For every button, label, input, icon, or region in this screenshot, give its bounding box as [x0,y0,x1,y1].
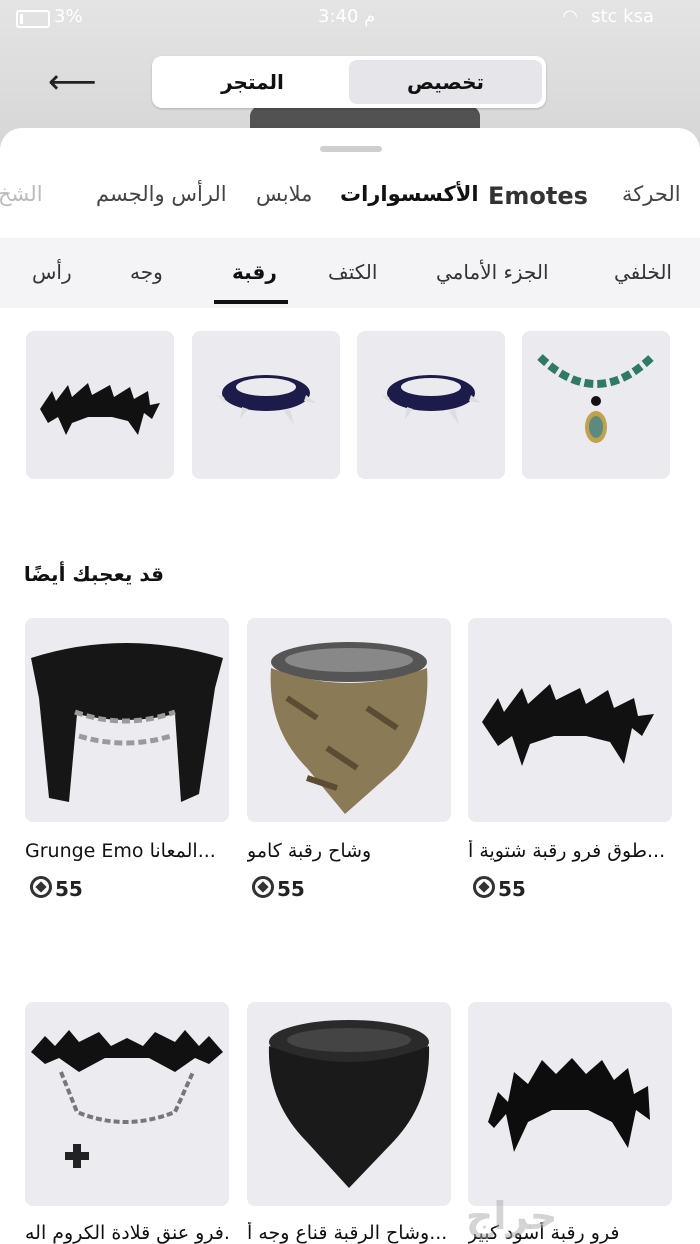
tab-category-head-body[interactable]: الرأس والجسم [96,182,227,206]
equipped-beaded-necklace-tile[interactable] [522,331,670,479]
price-value: 55 [498,877,526,901]
tab-category-character[interactable]: الشخ [0,182,43,206]
sheet-drag-handle[interactable] [320,146,382,152]
tab-category-emotes[interactable]: Emotes [488,182,588,210]
robux-icon [252,876,274,898]
fur-collar-icon [482,684,654,766]
card-image-neck-scarf-mask[interactable] [247,1002,451,1206]
tab-category-accessories[interactable]: الأكسسوارات [340,182,479,206]
price-value: 55 [55,877,83,901]
price-value: 55 [277,877,305,901]
fur-collar-icon [40,383,160,435]
equipped-fur-collar-tile[interactable] [26,331,174,479]
carrier: stc ksa [591,6,654,27]
active-tab-underline [214,300,288,304]
haraj-watermark: حراج [466,1194,558,1238]
card-name-grunge-emo[interactable]: Grunge Emo المعانا... [25,840,229,862]
card-price-grunge-emo: 55 [30,876,83,901]
fur-collar-icon [488,1058,650,1152]
neck-scarf-icon [268,1020,430,1188]
tab-sub-head[interactable]: رأس [32,260,72,284]
card-image-big-black-fur[interactable] [468,1002,672,1206]
card-image-fur-collar[interactable] [468,618,672,822]
card-price-fur-collar: 55 [473,876,526,901]
card-image-chrome-fur-necklace[interactable] [25,1002,229,1206]
card-image-camo-scarf[interactable] [247,618,451,822]
tab-sub-front[interactable]: الجزء الأمامي [436,260,549,284]
spiked-collar-icon [216,375,316,425]
category-tabs: الشخ الرأس والجسم ملابس الأكسسوارات Emot… [0,182,700,228]
beaded-necklace-icon [537,354,655,443]
card-image-grunge-emo[interactable] [25,618,229,822]
status-bar: 3% 3:40 م ◠ stc ksa [0,6,700,32]
battery-percent: 3% [54,6,83,27]
tab-sub-face[interactable]: وجه [130,260,163,284]
tab-store[interactable]: المتجر [156,60,349,104]
section-title-you-may-like: قد يعجبك أيضًا [23,562,164,586]
tab-customize[interactable]: تخصيص [349,60,542,104]
robux-icon [30,876,52,898]
store-customize-toggle: المتجر تخصيص [152,56,546,108]
tab-sub-back[interactable]: الخلفي [614,260,672,284]
fur-necklace-icon [31,1030,223,1168]
card-price-camo-scarf: 55 [252,876,305,901]
subcategory-tabs: رأس وجه رقبة الكتف الجزء الأمامي الخلفي [0,238,700,308]
robux-icon [473,876,495,898]
card-name-neck-scarf-mask[interactable]: وشاح الرقبة قناع وجه أ... [247,1222,451,1244]
tab-category-clothing[interactable]: ملابس [256,182,312,206]
camo-scarf-icon [270,642,428,814]
equipped-spiked-collar-tile-2[interactable] [357,331,505,479]
back-arrow-icon[interactable]: ⟵ [48,62,97,102]
card-name-camo-scarf[interactable]: وشاح رقبة كامو [247,840,451,862]
wifi-icon: ◠ [562,6,578,27]
tab-category-animation[interactable]: الحركة [622,182,681,206]
battery-icon [16,10,50,28]
tab-sub-shoulder[interactable]: الكتف [328,260,377,284]
spiked-collar-icon [381,375,481,425]
card-name-fur-collar[interactable]: طوق فرو رقبة شتوية أ... [468,840,672,862]
card-name-chrome-fur-necklace[interactable]: فرو عنق قلادة الكروم اله... [25,1222,229,1244]
equipped-spiked-collar-tile[interactable] [192,331,340,479]
clock: 3:40 م [318,6,376,27]
grunge-scarf-icon [31,643,223,802]
tab-sub-neck[interactable]: رقبة [232,260,277,284]
